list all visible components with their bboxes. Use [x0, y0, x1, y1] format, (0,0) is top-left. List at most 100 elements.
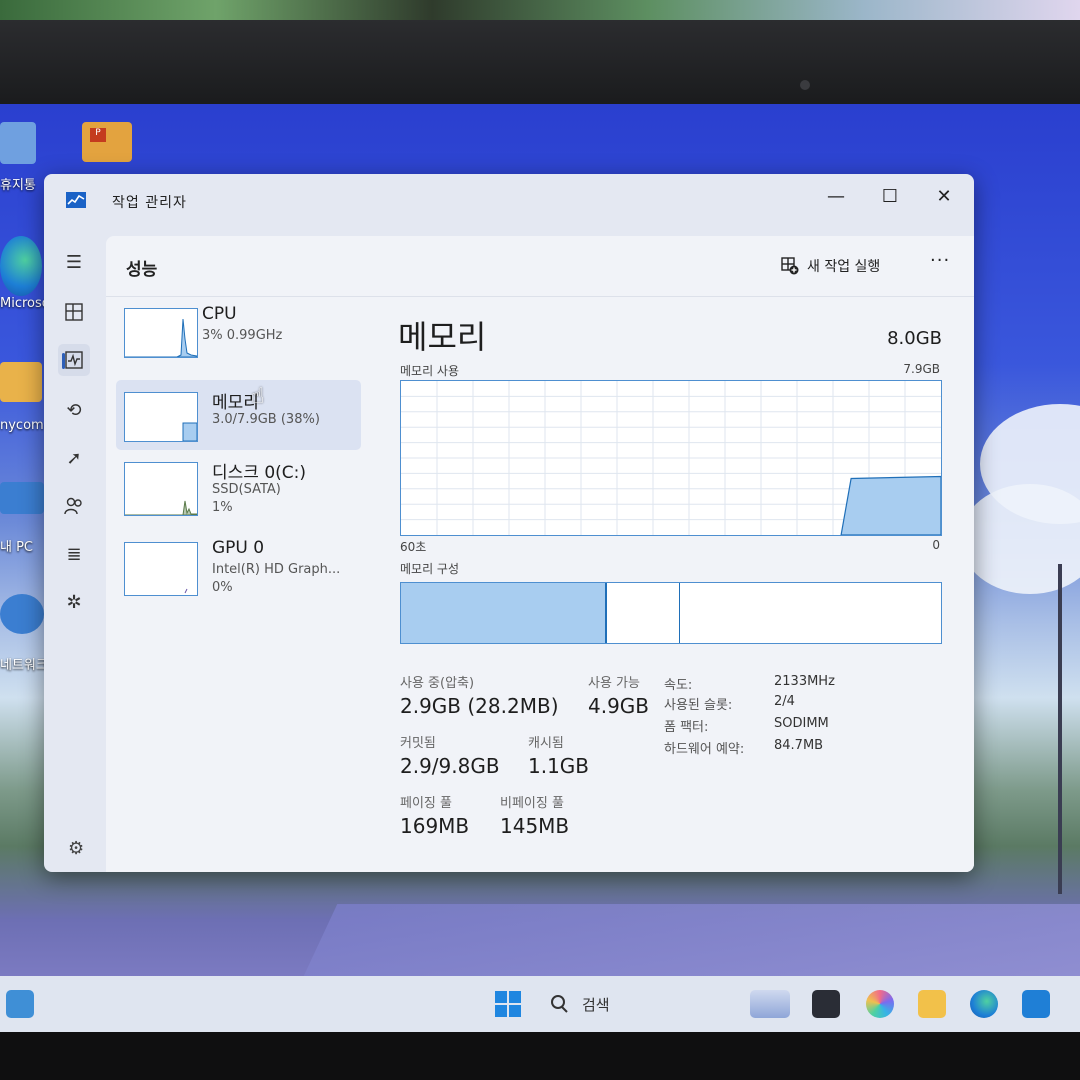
page-title: 성능	[126, 260, 158, 280]
memory-total: 8.0GB	[887, 328, 942, 349]
run-new-task-button[interactable]: 새 작업 실행	[781, 256, 880, 276]
form-factor-value: SODIMM	[774, 716, 829, 731]
copilot-icon[interactable]	[866, 990, 894, 1018]
weather-icon[interactable]	[750, 990, 790, 1018]
folder-icon[interactable]: P	[82, 122, 132, 162]
hand-cursor-icon: ☝	[251, 384, 265, 409]
powerpoint-badge-icon: P	[90, 128, 106, 142]
paged-pool-label: 페이징 풀	[400, 796, 452, 811]
slots-label: 사용된 슬롯:	[664, 698, 733, 713]
recycle-bin-icon[interactable]	[0, 122, 36, 164]
memory-title: 메모리	[398, 318, 487, 356]
perf-item-disk[interactable]: 디스크 0(C:) SSD(SATA) 1%	[116, 450, 361, 520]
monitor-bezel-bottom	[0, 1032, 1080, 1080]
search-icon[interactable]	[548, 990, 572, 1018]
folder-icon[interactable]	[0, 362, 42, 402]
perf-item-sub: 3.0/7.9GB (38%)	[212, 412, 320, 427]
composition-standby	[680, 583, 941, 643]
composition-modified	[607, 583, 680, 643]
store-icon[interactable]	[1022, 990, 1050, 1018]
gpu-thumbnail-graph	[124, 542, 198, 596]
memory-usage-max: 7.9GB	[903, 362, 940, 376]
photo-top-strip	[0, 0, 1080, 22]
widgets-icon[interactable]	[6, 990, 34, 1018]
edge-icon[interactable]	[0, 236, 42, 296]
network-icon[interactable]	[0, 594, 44, 634]
nav-rail: ☰ ⟲ ➚ ≣ ✲	[44, 232, 104, 872]
speed-value: 2133MHz	[774, 674, 835, 689]
nonpaged-pool-label: 비페이징 풀	[500, 796, 564, 811]
memory-usage-label: 메모리 사용	[400, 364, 460, 378]
cached-label: 캐시됨	[528, 736, 564, 751]
main-content: 성능 새 작업 실행 ··· CPU 3% 0.99GHz 메모리 3.0/7.…	[106, 236, 974, 872]
hardware-reserved-label: 하드웨어 예약:	[664, 742, 745, 757]
performance-icon[interactable]	[58, 344, 90, 376]
time-axis-right: 0	[932, 538, 940, 552]
in-use-label: 사용 중(압축)	[400, 676, 475, 691]
task-manager-app-icon	[66, 192, 86, 208]
committed-label: 커밋됨	[400, 736, 436, 751]
utility-pole	[1058, 564, 1062, 894]
monitor-bezel-top	[0, 20, 1080, 106]
edge-label: Microsoft Edge	[0, 296, 46, 311]
services-icon[interactable]: ✲	[58, 586, 90, 618]
available-label: 사용 가능	[588, 676, 640, 691]
recycle-bin-label: 휴지통	[0, 178, 36, 193]
more-options-button[interactable]: ···	[930, 250, 950, 271]
perf-item-sub: 3% 0.99GHz	[202, 328, 283, 343]
memory-thumbnail-graph	[124, 392, 198, 442]
perf-item-sub: Intel(R) HD Graph...	[212, 562, 341, 577]
file-explorer-icon[interactable]	[918, 990, 946, 1018]
composition-in-use	[401, 583, 607, 643]
users-icon[interactable]	[58, 490, 90, 522]
nonpaged-pool-value: 145MB	[500, 814, 570, 838]
slots-value: 2/4	[774, 694, 795, 709]
cached-value: 1.1GB	[528, 754, 590, 778]
perf-item-name: 디스크 0(C:)	[212, 463, 307, 483]
startup-icon[interactable]: ➚	[58, 442, 90, 474]
network-label: 네트워크	[0, 658, 48, 673]
memory-usage-chart	[401, 381, 942, 536]
perf-item-name: CPU	[202, 304, 237, 324]
start-button[interactable]	[494, 990, 522, 1018]
committed-value: 2.9/9.8GB	[400, 754, 500, 778]
settings-icon[interactable]: ⚙	[68, 838, 90, 860]
close-button[interactable]: ✕	[922, 180, 966, 212]
task-view-icon[interactable]	[812, 990, 840, 1018]
form-factor-label: 폼 팩터:	[664, 720, 709, 735]
search-label[interactable]: 검색	[582, 994, 610, 1015]
perf-item-sub: SSD(SATA)	[212, 482, 281, 497]
memory-usage-area	[840, 475, 942, 536]
memory-usage-graph	[400, 380, 942, 536]
minimize-button[interactable]: —	[814, 180, 858, 212]
hardware-reserved-value: 84.7MB	[774, 738, 824, 753]
window-title: 작업 관리자	[112, 195, 187, 211]
time-axis-left: 60초	[400, 540, 427, 554]
run-task-icon	[781, 257, 799, 275]
disk-thumbnail-graph	[124, 462, 198, 516]
perf-item-memory[interactable]: 메모리 3.0/7.9GB (38%)	[116, 380, 361, 450]
perf-item-sub2: 0%	[212, 580, 233, 595]
memory-composition-label: 메모리 구성	[400, 562, 460, 576]
title-bar[interactable]: 작업 관리자 — ☐ ✕	[44, 174, 974, 232]
my-pc-icon[interactable]	[0, 482, 44, 514]
perf-item-cpu[interactable]: CPU 3% 0.99GHz	[116, 298, 361, 368]
menu-icon[interactable]: ☰	[58, 246, 90, 278]
nycom-label: nycom	[0, 418, 44, 433]
edge-taskbar-icon[interactable]	[970, 990, 998, 1018]
details-icon[interactable]: ≣	[58, 538, 90, 570]
app-history-icon[interactable]: ⟲	[58, 394, 90, 426]
my-pc-label: 내 PC	[0, 540, 34, 555]
memory-detail: 메모리 8.0GB 메모리 사용 7.9GB 60초 0 메모리 구성 사용 중…	[396, 298, 956, 872]
perf-item-name: GPU 0	[212, 538, 265, 558]
maximize-button[interactable]: ☐	[868, 180, 912, 212]
memory-composition-bar	[400, 582, 942, 644]
task-manager-window: 작업 관리자 — ☐ ✕ ☰ ⟲ ➚ ≣ ✲ ⚙ 성능 새 작업 실행 ···	[44, 174, 974, 872]
cpu-thumbnail-graph	[124, 308, 198, 358]
perf-item-gpu[interactable]: GPU 0 Intel(R) HD Graph... 0%	[116, 530, 361, 600]
webcam	[800, 80, 810, 90]
processes-icon[interactable]	[58, 296, 90, 328]
available-value: 4.9GB	[588, 694, 650, 718]
page-header: 성능 새 작업 실행 ···	[106, 236, 974, 297]
run-task-label: 새 작업 실행	[807, 259, 881, 275]
